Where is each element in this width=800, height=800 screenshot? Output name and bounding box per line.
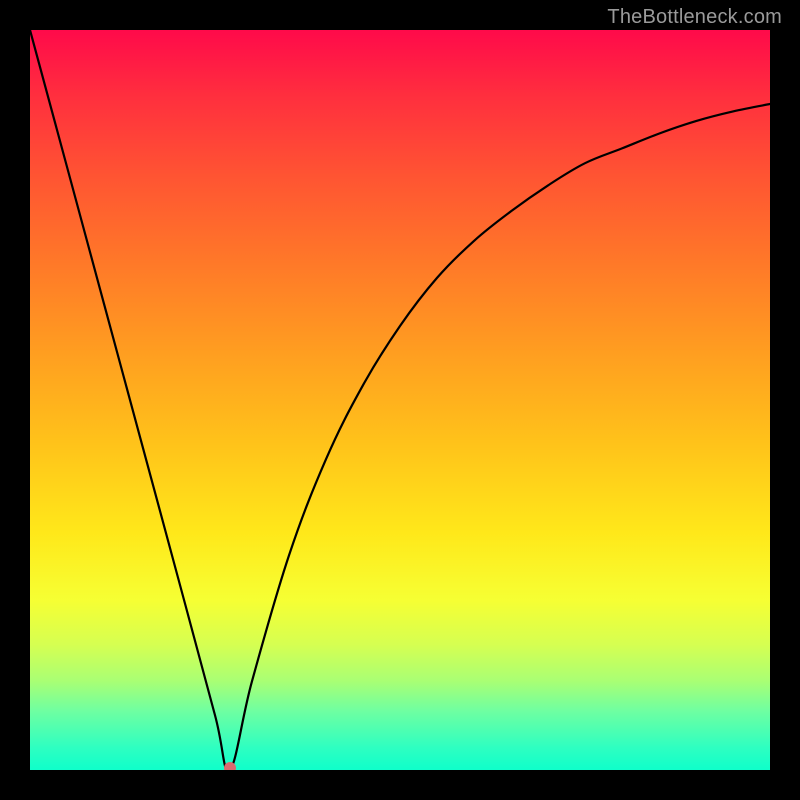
curve-layer — [30, 30, 770, 770]
chart-frame: TheBottleneck.com — [0, 0, 800, 800]
plot-area — [30, 30, 770, 770]
watermark-text: TheBottleneck.com — [607, 6, 782, 29]
minimum-marker-dot — [224, 762, 236, 770]
bottleneck-curve — [30, 30, 770, 770]
